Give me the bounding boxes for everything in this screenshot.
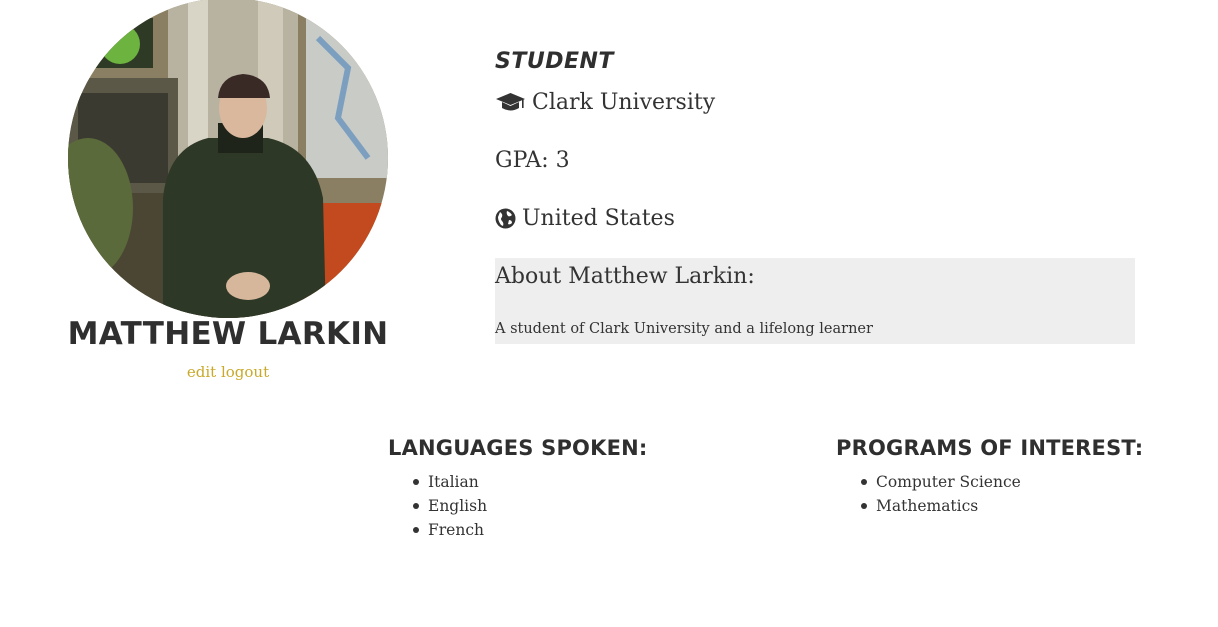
country-line: United States [495,206,675,231]
languages-title: LANGUAGES SPOKEN: [388,436,648,460]
avatar [68,0,388,318]
user-name: MATTHEW LARKIN [67,316,389,352]
role-label: STUDENT [495,49,614,74]
list-item: Computer Science [860,471,1021,495]
about-title: About Matthew Larkin: [495,264,755,289]
edit-link[interactable]: edit [187,363,216,381]
account-links: edit logout [0,363,456,381]
university-line: Clark University [495,90,715,115]
globe-icon [495,208,516,229]
programs-list: Computer Science Mathematics [860,471,1021,519]
university-name: Clark University [532,90,716,115]
gpa-value: GPA: 3 [495,148,570,173]
gpa-line: GPA: 3 [495,148,570,173]
programs-title: PROGRAMS OF INTEREST: [836,436,1144,460]
list-item: English [412,495,487,519]
country-name: United States [522,206,675,231]
graduation-cap-icon [496,92,525,110]
languages-list: Italian English French [412,471,487,543]
logout-link[interactable]: logout [221,363,269,381]
list-item: French [412,519,487,543]
list-item: Italian [412,471,487,495]
list-item: Mathematics [860,495,1021,519]
about-text: A student of Clark University and a life… [495,321,873,337]
about-box: About Matthew Larkin: A student of Clark… [495,258,1135,344]
avatar-photo [68,0,388,318]
profile-page: MATTHEW LARKIN edit logout STUDENT Clark… [0,0,1218,627]
